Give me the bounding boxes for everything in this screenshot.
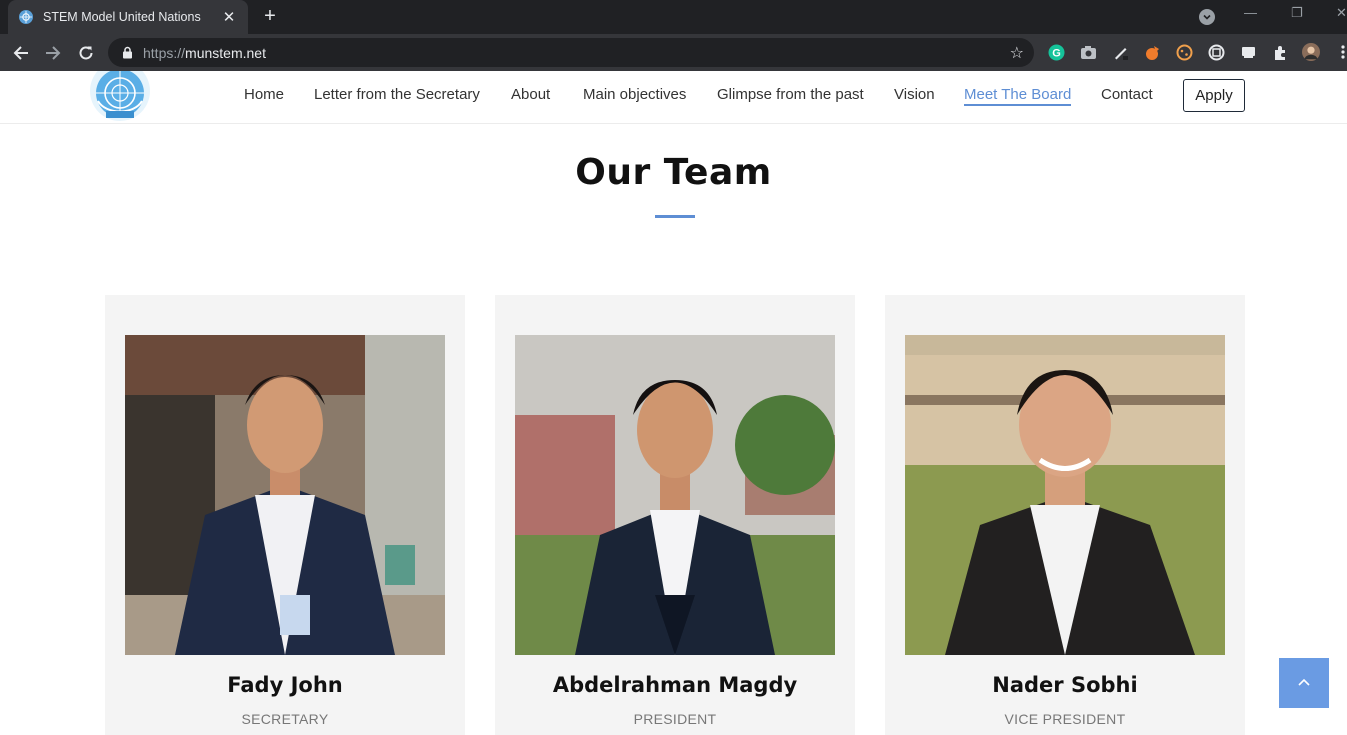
bookmark-star-icon[interactable]: ☆ <box>1010 43 1024 63</box>
nav-main-objectives[interactable]: Main objectives <box>583 86 686 103</box>
mun-logo[interactable] <box>88 61 152 123</box>
cookie-icon[interactable] <box>1175 43 1193 61</box>
cast-icon[interactable] <box>1239 43 1257 61</box>
minimize-icon[interactable]: — <box>1244 5 1257 20</box>
site-header: Home Letter from the Secretary About Mai… <box>0 61 1347 124</box>
close-window-icon[interactable]: ✕ <box>1336 5 1347 21</box>
team-member-card: Nader Sobhi VICE PRESIDENT <box>885 295 1245 735</box>
member-role: VICE PRESIDENT <box>1004 711 1126 727</box>
chevron-up-icon <box>1297 674 1311 692</box>
nav-contact[interactable]: Contact <box>1101 86 1153 103</box>
orange-extension-icon[interactable] <box>1143 43 1161 61</box>
camera-icon[interactable] <box>1079 43 1097 61</box>
tab-search-icon[interactable] <box>1199 9 1215 25</box>
url-text: https://munstem.net <box>143 44 266 61</box>
nav-about[interactable]: About <box>511 86 550 103</box>
address-bar[interactable]: https://munstem.net ☆ <box>108 38 1034 67</box>
title-underline <box>655 215 695 218</box>
profile-avatar-icon[interactable] <box>1302 43 1320 61</box>
nav-meet-the-board[interactable]: Meet The Board <box>964 86 1072 106</box>
back-to-top-button[interactable] <box>1279 658 1329 708</box>
tab-title: STEM Model United Nations <box>43 10 201 24</box>
nav-home[interactable]: Home <box>244 86 284 103</box>
browser-tab[interactable]: STEM Model United Nations ✕ <box>8 0 248 34</box>
nav-glimpse-from-past[interactable]: Glimpse from the past <box>717 86 864 103</box>
lock-icon <box>120 46 134 60</box>
member-role: SECRETARY <box>241 711 329 727</box>
section-title: Our Team <box>575 152 772 193</box>
team-member-card: Fady John SECRETARY <box>105 295 465 735</box>
grammarly-icon[interactable]: G <box>1047 43 1065 61</box>
nav-vision[interactable]: Vision <box>894 86 935 103</box>
member-name: Nader Sobhi <box>992 673 1138 697</box>
extensions-puzzle-icon[interactable] <box>1271 43 1289 61</box>
team-member-card: Abdelrahman Magdy PRESIDENT <box>495 295 855 735</box>
forward-arrow-icon[interactable] <box>41 41 65 65</box>
new-tab-button[interactable]: + <box>258 4 282 28</box>
un-globe-favicon-icon <box>18 9 34 25</box>
edge-extension-icon[interactable] <box>1207 43 1225 61</box>
member-photo <box>125 335 445 655</box>
member-photo <box>515 335 835 655</box>
browser-tab-strip: STEM Model United Nations ✕ + — ❐ ✕ <box>0 0 1347 34</box>
pen-icon[interactable] <box>1111 43 1129 61</box>
apply-button[interactable]: Apply <box>1183 79 1245 112</box>
browser-toolbar: https://munstem.net ☆ G <box>0 34 1347 71</box>
reload-icon[interactable] <box>74 41 98 65</box>
member-name: Fady John <box>227 673 343 697</box>
back-arrow-icon[interactable] <box>9 41 33 65</box>
svg-text:G: G <box>1052 47 1061 59</box>
member-role: PRESIDENT <box>633 711 717 727</box>
member-name: Abdelrahman Magdy <box>552 673 798 697</box>
close-tab-icon[interactable]: ✕ <box>220 8 238 26</box>
restore-icon[interactable]: ❐ <box>1291 5 1303 21</box>
nav-letter-from-secretary[interactable]: Letter from the Secretary <box>314 86 480 103</box>
member-photo <box>905 335 1225 655</box>
browser-menu-icon[interactable] <box>1334 43 1347 61</box>
